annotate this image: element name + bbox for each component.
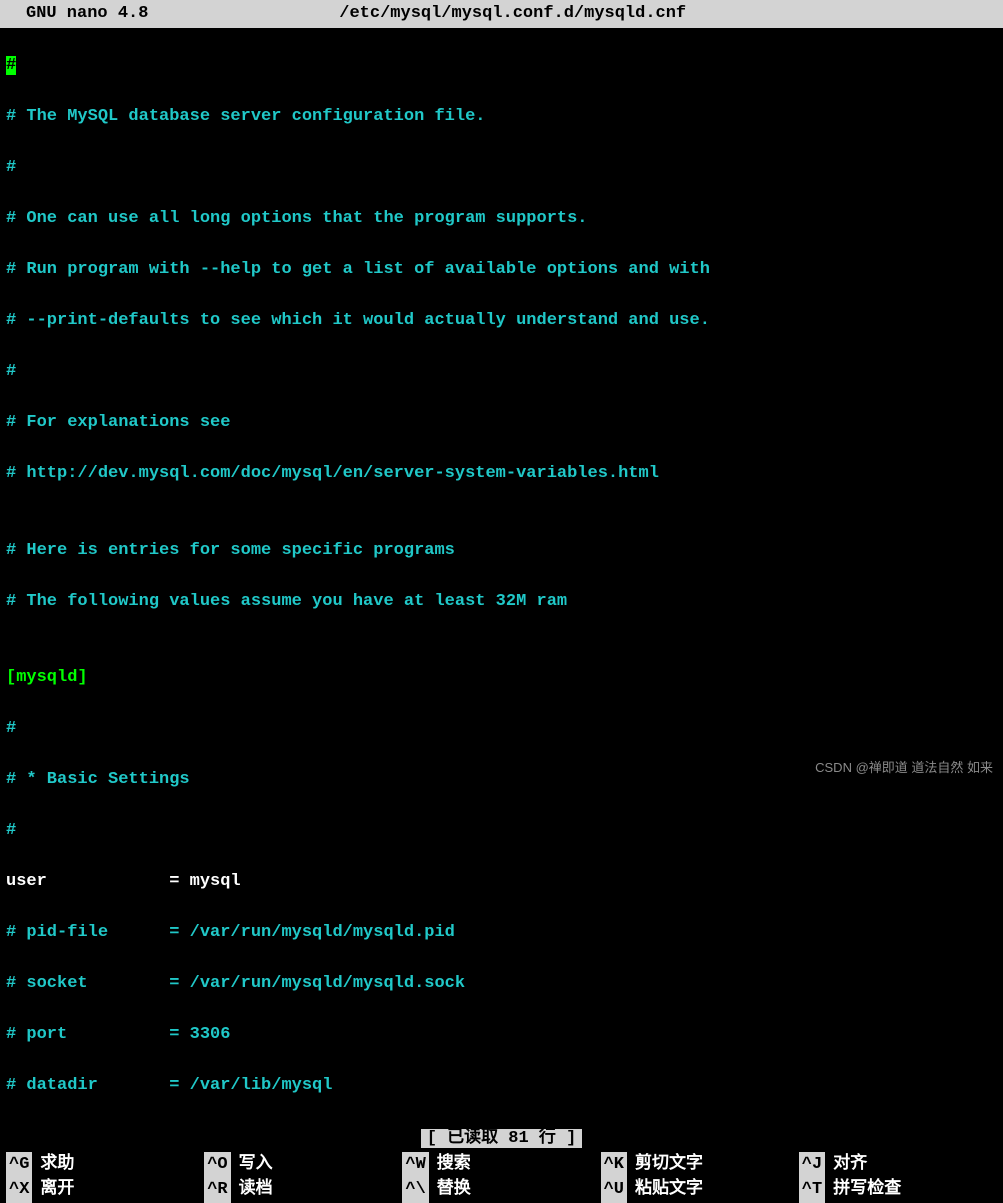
comment-line: # One can use all long options that the … bbox=[6, 206, 997, 232]
key-label: ^J bbox=[799, 1152, 825, 1178]
key-label: ^O bbox=[204, 1152, 230, 1178]
editor-content[interactable]: # # The MySQL database server configurat… bbox=[0, 28, 1003, 1125]
action-label: 拼写检查 bbox=[833, 1177, 901, 1203]
action-label: 剪切文字 bbox=[635, 1152, 703, 1178]
comment-line: # port = 3306 bbox=[6, 1022, 997, 1048]
status-message: [ 已读取 81 行 ] bbox=[421, 1129, 583, 1148]
file-path: /etc/mysql/mysql.conf.d/mysqld.cnf bbox=[148, 1, 997, 27]
titlebar: GNU nano 4.8 /etc/mysql/mysql.conf.d/mys… bbox=[0, 0, 1003, 28]
help-exit[interactable]: ^X 离开 bbox=[6, 1177, 204, 1203]
help-spell[interactable]: ^T 拼写检查 bbox=[799, 1177, 997, 1203]
key-label: ^T bbox=[799, 1177, 825, 1203]
action-label: 对齐 bbox=[833, 1152, 867, 1178]
action-label: 搜索 bbox=[437, 1152, 471, 1178]
comment-line: # bbox=[6, 155, 997, 181]
comment-line: # bbox=[6, 716, 997, 742]
action-label: 写入 bbox=[239, 1152, 273, 1178]
comment-line: # The following values assume you have a… bbox=[6, 589, 997, 615]
section-header: [mysqld] bbox=[6, 665, 997, 691]
comment-line: # For explanations see bbox=[6, 410, 997, 436]
comment-line: # datadir = /var/lib/mysql bbox=[6, 1073, 997, 1099]
key-label: ^W bbox=[402, 1152, 428, 1178]
comment-line: # socket = /var/run/mysqld/mysqld.sock bbox=[6, 971, 997, 997]
key-label: ^X bbox=[6, 1177, 32, 1203]
comment-line: # bbox=[6, 818, 997, 844]
help-writeout[interactable]: ^O 写入 bbox=[204, 1152, 402, 1178]
comment-line: # pid-file = /var/run/mysqld/mysqld.pid bbox=[6, 920, 997, 946]
comment-line: # --print-defaults to see which it would… bbox=[6, 308, 997, 334]
comment-line: # http://dev.mysql.com/doc/mysql/en/serv… bbox=[6, 461, 997, 487]
action-label: 读档 bbox=[239, 1177, 273, 1203]
help-bar-row1: ^G 求助 ^O 写入 ^W 搜索 ^K 剪切文字 ^J 对齐 bbox=[0, 1152, 1003, 1178]
app-name: GNU nano 4.8 bbox=[6, 1, 148, 27]
cursor: # bbox=[6, 56, 16, 75]
key-label: ^\ bbox=[402, 1177, 428, 1203]
status-bar: [ 已读取 81 行 ] bbox=[0, 1126, 1003, 1152]
action-label: 替换 bbox=[437, 1177, 471, 1203]
key-label: ^G bbox=[6, 1152, 32, 1178]
action-label: 离开 bbox=[40, 1177, 74, 1203]
help-bar-row2: ^X 离开 ^R 读档 ^\ 替换 ^U 粘贴文字 ^T 拼写检查 bbox=[0, 1177, 1003, 1203]
help-search[interactable]: ^W 搜索 bbox=[402, 1152, 600, 1178]
comment-line: # bbox=[6, 359, 997, 385]
help-cut[interactable]: ^K 剪切文字 bbox=[601, 1152, 799, 1178]
help-justify[interactable]: ^J 对齐 bbox=[799, 1152, 997, 1178]
help-paste[interactable]: ^U 粘贴文字 bbox=[601, 1177, 799, 1203]
comment-line: # Here is entries for some specific prog… bbox=[6, 538, 997, 564]
help-readfile[interactable]: ^R 读档 bbox=[204, 1177, 402, 1203]
key-label: ^K bbox=[601, 1152, 627, 1178]
help-replace[interactable]: ^\ 替换 bbox=[402, 1177, 600, 1203]
watermark: CSDN @禅即道 道法自然 如来 bbox=[815, 758, 993, 778]
comment-line: # Run program with --help to get a list … bbox=[6, 257, 997, 283]
config-line: user = mysql bbox=[6, 869, 997, 895]
action-label: 求助 bbox=[40, 1152, 74, 1178]
key-label: ^U bbox=[601, 1177, 627, 1203]
comment-line: # The MySQL database server configuratio… bbox=[6, 104, 997, 130]
help-get-help[interactable]: ^G 求助 bbox=[6, 1152, 204, 1178]
action-label: 粘贴文字 bbox=[635, 1177, 703, 1203]
key-label: ^R bbox=[204, 1177, 230, 1203]
